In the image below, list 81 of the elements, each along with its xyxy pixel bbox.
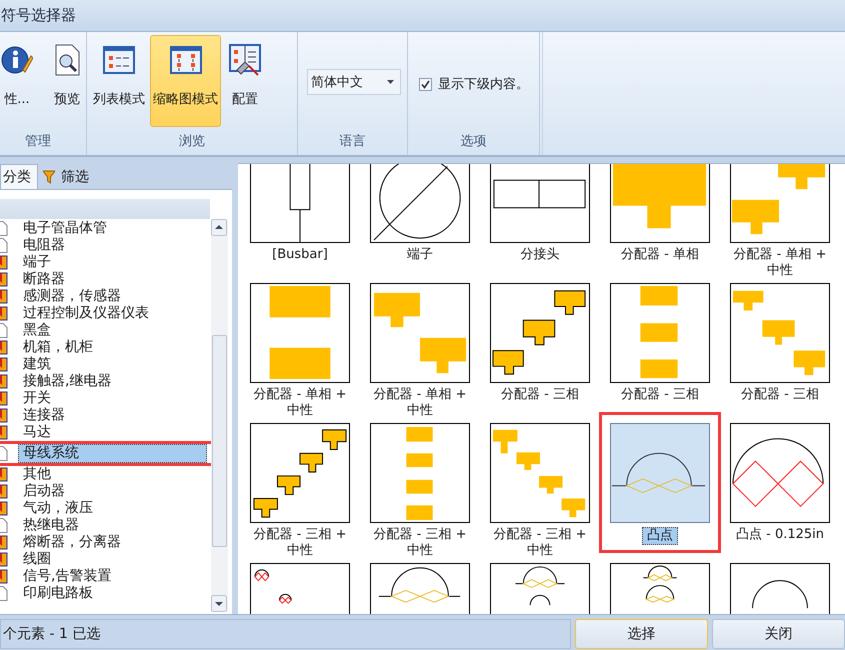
symbol-thumbnail[interactable] (730, 423, 830, 523)
tree-item[interactable]: 接触器,继电器 (22, 373, 112, 390)
checkbox[interactable] (419, 78, 432, 90)
symbol-thumbnail[interactable] (370, 283, 470, 383)
scroll-thumb[interactable] (212, 335, 227, 547)
funnel-icon (43, 170, 55, 184)
tree-item[interactable]: 开关 (22, 390, 52, 407)
symbol-label: 分配器 - 三相 (740, 387, 820, 403)
tree-item[interactable]: 感测器，传感器 (22, 288, 122, 305)
panel-tab[interactable]: 筛选 (40, 164, 98, 189)
info-icon (1, 44, 33, 76)
tree-item[interactable]: 马达 (22, 424, 52, 441)
status-text: 个元素 - 1 已选 (0, 619, 571, 649)
list-view-icon (103, 44, 135, 76)
tree-item[interactable]: 机箱，机柜 (22, 339, 94, 356)
dialog-button[interactable]: 选择 (575, 619, 708, 649)
tree-item[interactable]: 线圈 (22, 551, 52, 568)
symbol-label: 分配器 - 单相 + 中性 (372, 387, 468, 419)
tree-item[interactable]: 熔断器，分离器 (22, 534, 122, 551)
symbol-thumbnail[interactable] (490, 283, 590, 383)
group-label: 浏览 (178, 133, 206, 151)
symbol-thumbnail[interactable] (730, 283, 830, 383)
tree-item[interactable]: 气动，液压 (22, 500, 94, 517)
tree-item[interactable]: 断路器 (22, 271, 66, 288)
tree-item[interactable]: 印刷电路板 (22, 585, 94, 602)
symbol-label: 分配器 - 单相 + 中性 (252, 387, 348, 419)
settings-icon (229, 44, 261, 76)
symbol-label: 分配器 - 三相 (500, 387, 580, 403)
symbol-thumbnail[interactable] (490, 164, 590, 243)
tree-item[interactable]: 建筑 (22, 356, 52, 373)
symbol-thumbnail[interactable] (250, 164, 350, 243)
check-icon (421, 80, 430, 88)
ribbon-button[interactable]: 配置 (223, 35, 267, 127)
symbol-thumbnail[interactable] (370, 423, 470, 523)
symbol-label: 分配器 - 单相 + 中性 (732, 247, 828, 279)
symbol-thumbnail[interactable] (730, 164, 830, 243)
language-dropdown[interactable]: 简体中文 (307, 69, 401, 95)
symbol-label: 凸点 - 0.125in (734, 527, 826, 543)
tree-item[interactable]: 黑盒 (22, 322, 52, 339)
tree-item[interactable]: 启动器 (22, 483, 66, 500)
caret-icon (387, 80, 394, 84)
symbol-thumbnail[interactable] (610, 164, 710, 243)
symbol-thumbnail[interactable] (250, 423, 350, 523)
group-label: 语言 (338, 133, 366, 151)
symbol-thumbnail[interactable] (610, 423, 710, 523)
symbol-thumbnail[interactable] (490, 423, 590, 523)
tree-item[interactable]: 连接器 (22, 407, 66, 424)
tree-item[interactable]: 信号,告警装置 (22, 568, 112, 585)
tree-item[interactable]: 电子管晶体管 (22, 220, 108, 237)
symbol-label: 分配器 - 三相 (620, 387, 700, 403)
symbol-label: 分配器 - 三相 + 中性 (252, 527, 348, 559)
tree-item[interactable]: 端子 (22, 254, 52, 271)
symbol-label: [Busbar] (271, 247, 329, 263)
symbol-thumbnail[interactable] (610, 283, 710, 383)
dialog-button[interactable]: 关闭 (712, 619, 845, 649)
tree-item[interactable]: 其他 (22, 466, 52, 483)
ribbon-button[interactable]: 预览 (43, 35, 91, 127)
tree-item[interactable]: 热继电器 (22, 517, 80, 534)
ribbon-button[interactable]: 列表模式 (90, 35, 148, 127)
tree-item[interactable]: 母线系统 (18, 444, 207, 463)
symbol-label: 分配器 - 三相 + 中性 (492, 527, 588, 559)
scroll-up-icon[interactable] (211, 219, 227, 236)
symbol-thumbnail[interactable] (370, 164, 470, 243)
group-label: 选项 (460, 133, 488, 151)
window-title: 符号选择器 (1, 6, 76, 25)
tree-item[interactable]: 过程控制及仪器仪表 (22, 305, 150, 322)
symbol-label: 分配器 - 三相 + 中性 (372, 527, 468, 559)
scrollbar[interactable] (211, 219, 228, 612)
symbol-label: 分接头 (520, 247, 560, 263)
symbol-label: 分配器 - 单相 (620, 247, 700, 263)
show-subitems-checkbox[interactable]: 显示下级内容。 (419, 75, 529, 93)
ribbon-button[interactable]: 性... (0, 35, 41, 127)
symbol-thumbnail[interactable] (250, 283, 350, 383)
group-label: 管理 (24, 133, 52, 151)
tree-item[interactable]: 电阻器 (22, 237, 66, 254)
thumbnail-view-icon (170, 44, 202, 76)
panel-tab[interactable]: 分类 (0, 164, 38, 189)
ribbon-button[interactable]: 缩略图模式 (150, 35, 221, 127)
symbol-label: 端子 (406, 247, 434, 263)
scroll-down-icon[interactable] (211, 595, 227, 612)
symbol-label: 凸点 (642, 527, 678, 545)
